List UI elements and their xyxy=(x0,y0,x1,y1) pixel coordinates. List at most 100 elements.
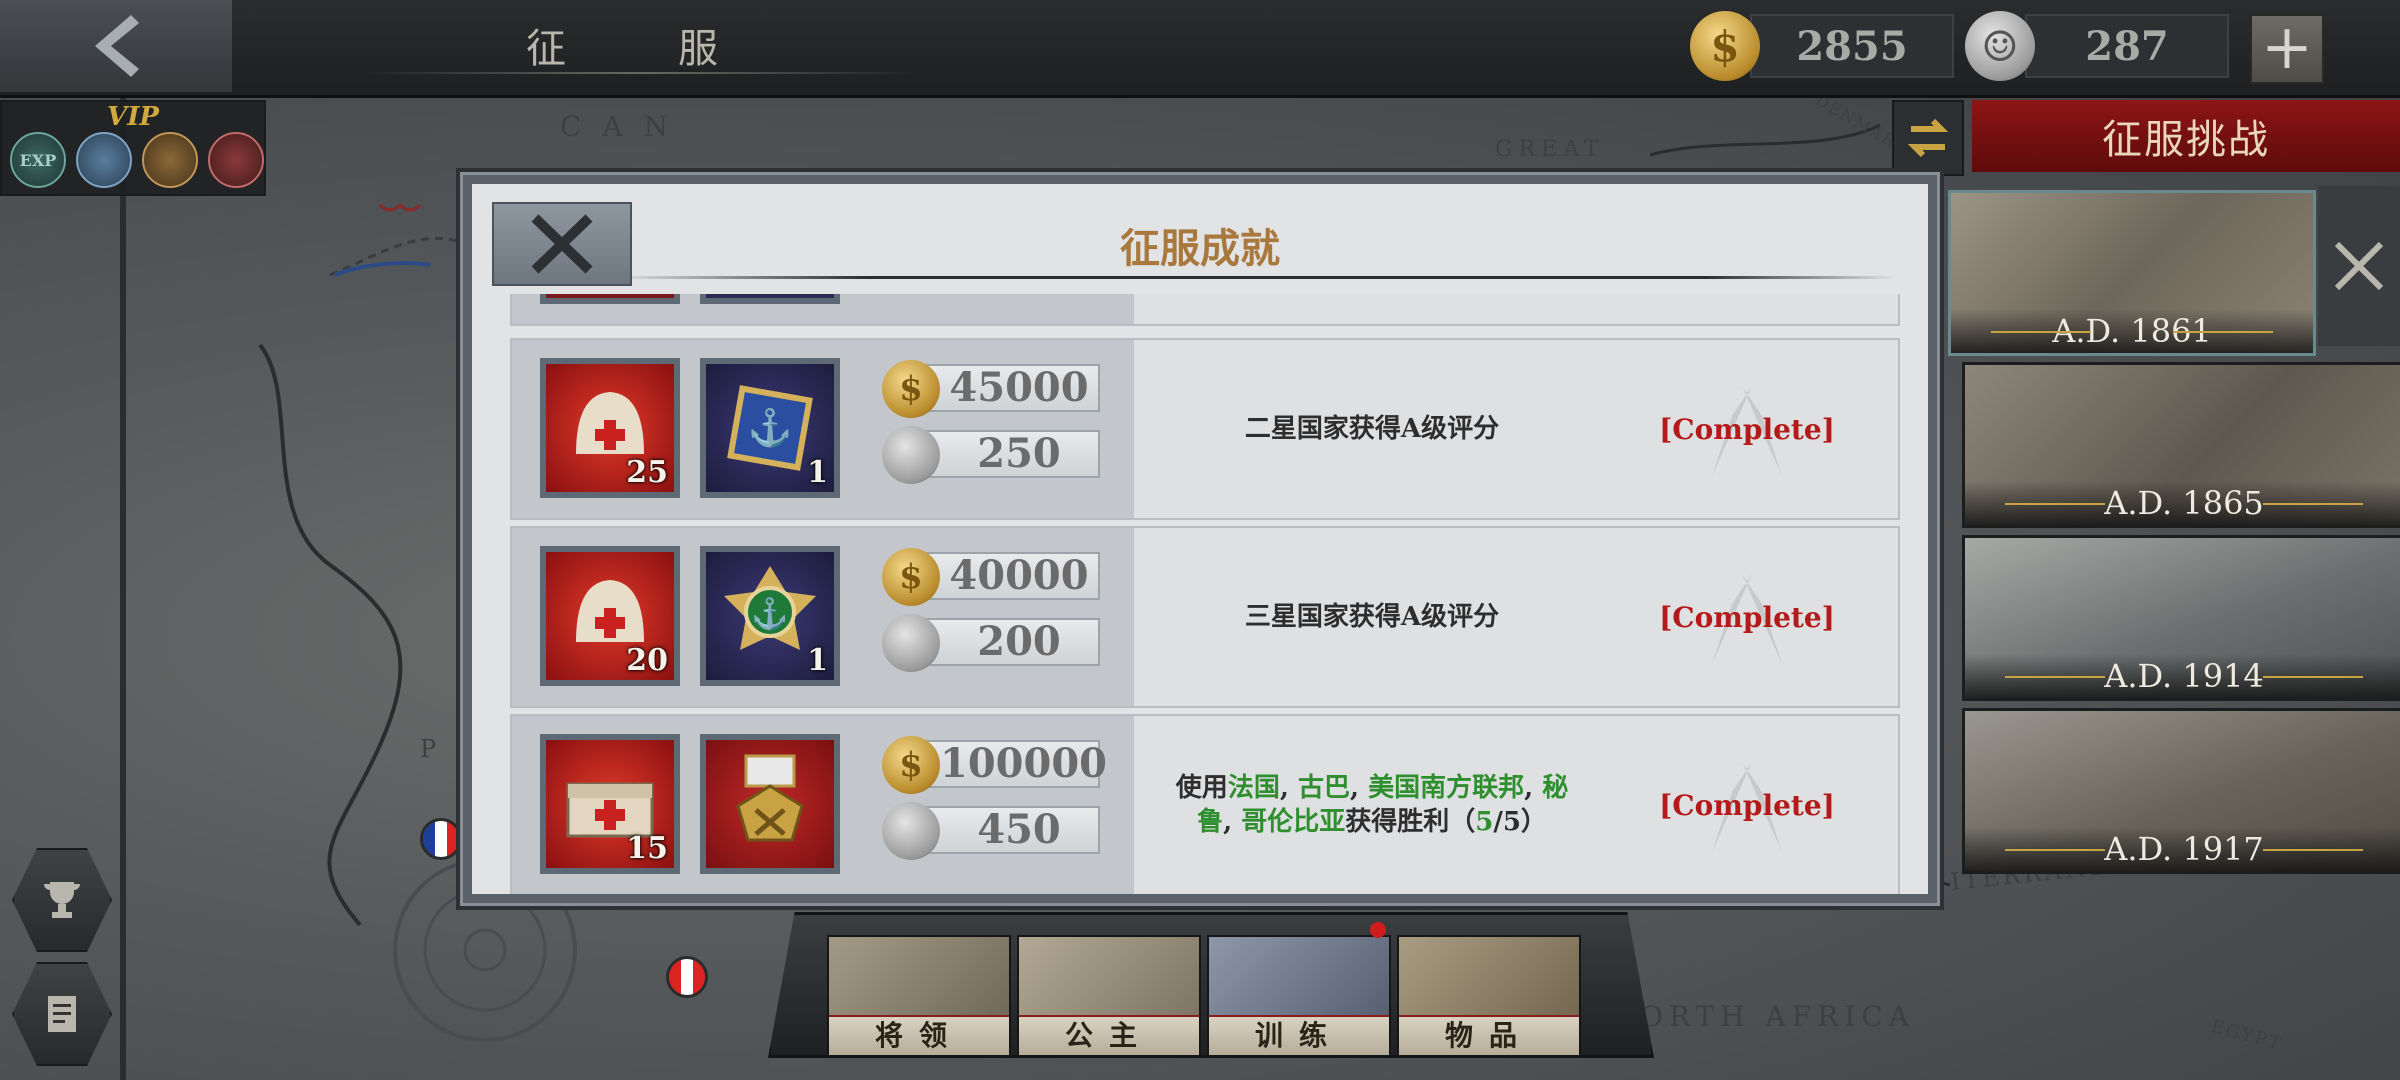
era-label: A.D. 1865 xyxy=(1965,481,2400,525)
title-divider xyxy=(612,276,1898,279)
page-title: 征 服 xyxy=(360,0,920,90)
tab-training[interactable]: 训练 xyxy=(1207,935,1391,1057)
gold-reward-amount: 45000 xyxy=(918,364,1100,412)
flag-pin-peru[interactable] xyxy=(666,956,708,998)
complete-status-label: [Complete] xyxy=(1659,600,1835,634)
medical-bag-item[interactable]: 20 xyxy=(540,546,680,686)
trophy-icon xyxy=(44,882,80,918)
era-card-1861[interactable]: A.D. 1861 xyxy=(1948,190,2316,356)
map-label-north-africa: ORTH AFRICA xyxy=(1640,1000,1915,1033)
swap-button[interactable] xyxy=(1892,100,1964,176)
country-france: 法国 xyxy=(1227,773,1280,803)
tab-items[interactable]: 物品 xyxy=(1397,935,1581,1057)
item-quantity: 25 xyxy=(626,455,668,490)
top-bar: 征 服 $ 2855 ☺ 287 + xyxy=(0,0,2400,98)
achievement-description: 使用法国, 古巴, 美国南方联邦, 秘鲁, 哥伦比亚获得胜利（5/5） xyxy=(1152,716,1592,894)
gold-reward-amount: 40000 xyxy=(918,552,1100,600)
gold-coin-icon: $ xyxy=(882,736,940,794)
exp-badge-icon: EXP xyxy=(10,132,66,188)
helmet-badge-icon xyxy=(76,132,132,188)
battle-button[interactable] xyxy=(2318,186,2400,346)
item-quantity: 15 xyxy=(626,831,668,866)
era-label: A.D. 1914 xyxy=(1965,654,2400,698)
tab-label: 公主 xyxy=(1019,1015,1199,1055)
gold-reward: $ 100000 xyxy=(882,736,1107,794)
gold-reward: $ 40000 xyxy=(882,548,1102,606)
target-badge-icon xyxy=(208,132,264,188)
achievement-row: 15 $ 100000 450 使用法国, 古巴, 美国南方联邦, 秘鲁, 哥伦… xyxy=(510,714,1900,894)
medal-box-item[interactable] xyxy=(700,734,840,874)
gold-coin-icon: $ xyxy=(1690,11,1760,81)
achievement-status: [Complete] xyxy=(1592,528,1900,706)
medal-box-icon xyxy=(736,754,804,842)
item-quantity: 1 xyxy=(807,455,828,490)
reward-item[interactable]: 1 xyxy=(700,294,840,304)
gold-coin-icon: $ xyxy=(882,360,940,418)
swap-arrows-icon xyxy=(1907,118,1949,158)
achievement-description: 二星国家获得A级评分 xyxy=(1244,414,1500,444)
silver-reward: 250 xyxy=(882,426,1102,484)
era-card-1917[interactable]: A.D. 1917 xyxy=(1962,708,2400,874)
tab-label: 将领 xyxy=(829,1015,1009,1055)
country-cuba: 古巴 xyxy=(1297,773,1350,803)
tab-label: 物品 xyxy=(1399,1015,1579,1055)
bottom-nav: 将领 公主 训练 物品 xyxy=(768,912,1654,1058)
notes-icon xyxy=(48,996,76,1032)
gold-currency: $ 2855 xyxy=(1690,11,1954,81)
svg-text:⚓: ⚓ xyxy=(751,596,788,632)
modal-title: 征服成就 xyxy=(1120,225,1280,272)
achievement-description: 三星国家获得A级评分 xyxy=(1244,602,1500,632)
country-csa: 美国南方联邦 xyxy=(1368,773,1525,803)
silver-reward-amount: 450 xyxy=(918,806,1100,854)
gold-reward-amount: 100000 xyxy=(918,740,1107,788)
blue-anchor-badge-item[interactable]: ⚓ 1 xyxy=(700,358,840,498)
item-quantity: 1 xyxy=(807,294,828,296)
achievement-modal: 征服成就 30 1 25 xyxy=(456,168,1944,910)
gold-reward: $ 45000 xyxy=(882,360,1102,418)
silver-reward: 450 xyxy=(882,802,1102,860)
tab-label: 训练 xyxy=(1209,1015,1389,1055)
close-icon xyxy=(531,214,593,274)
map-label-p: P xyxy=(420,735,443,763)
silver-medal-icon: ☺ xyxy=(1965,11,2035,81)
progress-count: 5 xyxy=(1475,807,1494,837)
back-button[interactable] xyxy=(0,0,232,92)
desc-sep: , xyxy=(1223,807,1242,837)
green-anchor-badge-item[interactable]: ⚓ 1 xyxy=(700,546,840,686)
era-label: A.D. 1861 xyxy=(1951,309,2313,353)
item-quantity: 30 xyxy=(626,294,668,296)
era-label: A.D. 1917 xyxy=(1965,827,2400,871)
desc-sep: , xyxy=(1279,773,1298,803)
vip-panel[interactable]: VIP EXP xyxy=(0,100,266,196)
reward-item[interactable]: 30 xyxy=(540,294,680,304)
silver-reward: 200 xyxy=(882,614,1102,672)
silver-reward-amount: 200 xyxy=(918,618,1100,666)
era-card-1865[interactable]: A.D. 1865 xyxy=(1962,362,2400,528)
notification-dot xyxy=(1370,922,1386,938)
era-card-1914[interactable]: A.D. 1914 xyxy=(1962,535,2400,701)
tab-princess[interactable]: 公主 xyxy=(1017,935,1201,1057)
achievement-status: [Complete] xyxy=(1592,340,1900,518)
crossed-swords-icon xyxy=(2334,241,2384,291)
achievement-list[interactable]: 30 1 25 ⚓ 1 xyxy=(510,294,1900,894)
add-currency-button[interactable]: + xyxy=(2250,14,2324,84)
silver-medal-icon xyxy=(882,426,940,484)
desc-text: 使用 xyxy=(1175,773,1228,803)
desc-sep: , xyxy=(1349,773,1369,803)
achievement-row-partial: 30 1 xyxy=(510,294,1900,326)
close-button[interactable] xyxy=(492,202,632,286)
desc-text: /5） xyxy=(1493,807,1547,837)
item-quantity: 20 xyxy=(626,643,668,678)
svg-text:⚓: ⚓ xyxy=(748,407,793,449)
achievement-row: 25 ⚓ 1 $ 45000 250 二星国家获得A级评分 [Complete] xyxy=(510,338,1900,520)
tab-generals[interactable]: 将领 xyxy=(827,935,1011,1057)
gold-amount: 2855 xyxy=(1750,14,1954,78)
desc-sep: , xyxy=(1524,773,1543,803)
medical-kit-item[interactable]: 15 xyxy=(540,734,680,874)
medal-badge-icon xyxy=(142,132,198,188)
achievement-row: 20 ⚓ 1 $ 40000 200 三星国家获得A级评分 [Complete] xyxy=(510,526,1900,708)
silver-medal-icon xyxy=(882,802,940,860)
medical-bag-item[interactable]: 25 xyxy=(540,358,680,498)
map-label-canada: C A N xyxy=(560,110,674,143)
back-arrow-icon xyxy=(95,15,139,77)
